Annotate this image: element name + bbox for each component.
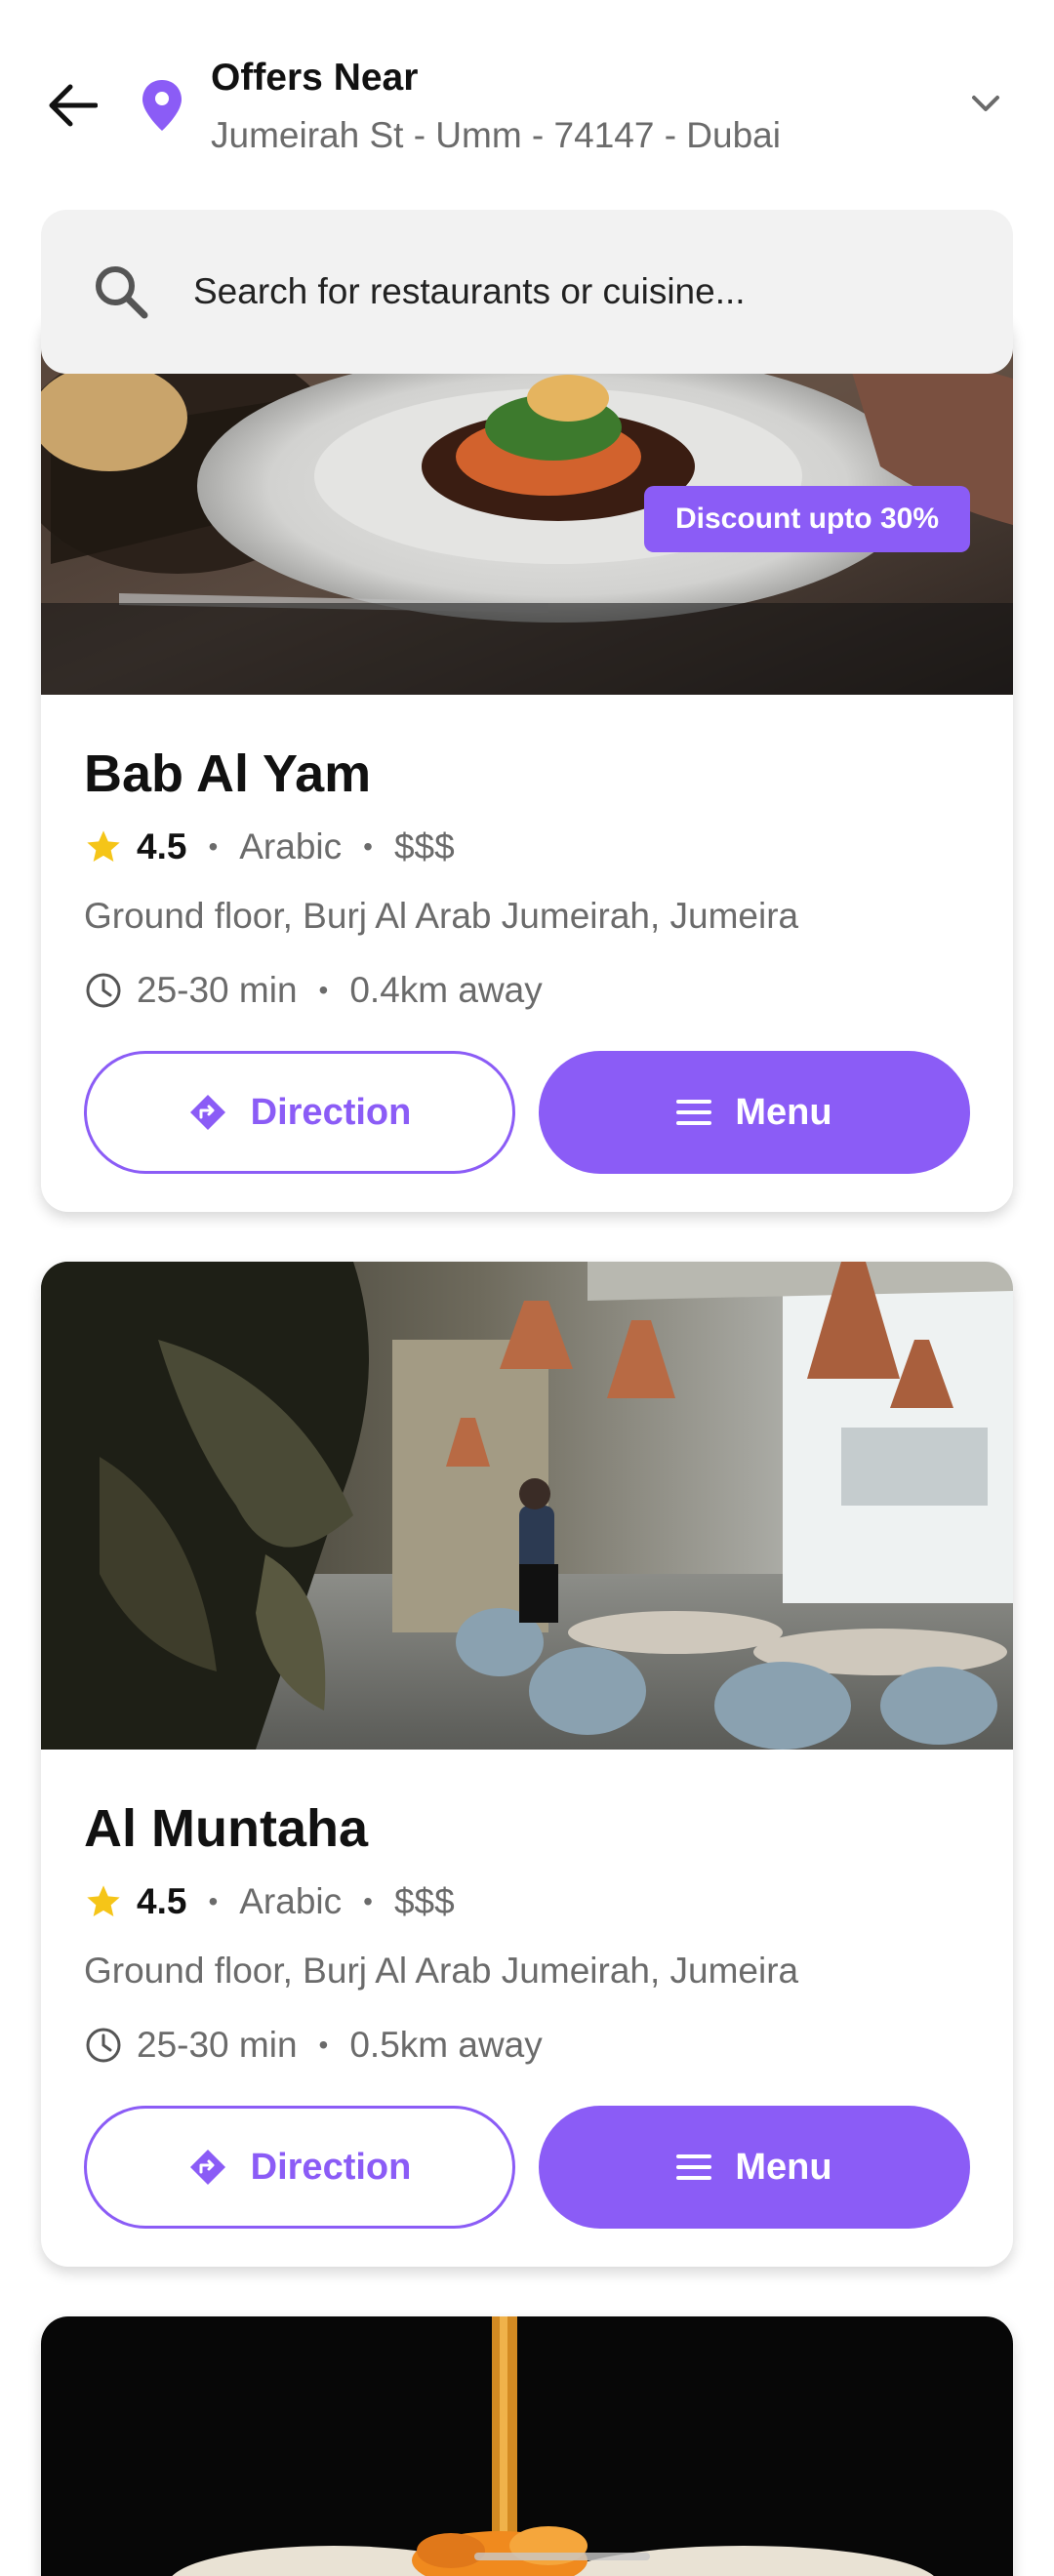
- cuisine: Arabic: [239, 1881, 343, 1921]
- menu-label: Menu: [735, 1091, 832, 1133]
- direction-label: Direction: [250, 1091, 412, 1133]
- direction-icon: [189, 1095, 225, 1130]
- arrow-left-icon: [49, 84, 98, 127]
- cuisine: Arabic: [239, 826, 343, 866]
- discount-badge: Discount upto 30%: [643, 486, 970, 552]
- clock-icon: [86, 973, 121, 1008]
- price-level: $$$: [393, 1881, 455, 1921]
- chevron-down-icon[interactable]: [966, 90, 1005, 119]
- rating-row: 4.5 • Arabic • $$$: [84, 1881, 455, 1922]
- direction-button[interactable]: Direction: [84, 1051, 515, 1174]
- delivery-time: 25-30 min: [137, 2025, 298, 2065]
- app-header: Offers Near Jumeirah St - Umm - 74147 - …: [0, 0, 1054, 195]
- menu-icon: [676, 1100, 712, 1125]
- star-icon: [87, 1885, 120, 1916]
- restaurant-card[interactable]: Al Muntaha 4.5 • Arabic • $$$ Ground flo…: [41, 1262, 1013, 2267]
- restaurant-name: Bab Al Yam: [84, 745, 372, 803]
- offers-screen: Offers Near Jumeirah St - Umm - 74147 - …: [0, 0, 1054, 2576]
- restaurant-image: [41, 2316, 1013, 2576]
- restaurant-card[interactable]: [41, 2316, 1013, 2576]
- location-title: Offers Near: [211, 57, 419, 99]
- restaurant-card[interactable]: Discount upto 30% Bab Al Yam 4.5 • Arabi…: [41, 310, 1013, 1212]
- menu-label: Menu: [735, 2146, 832, 2188]
- menu-button[interactable]: Menu: [539, 1051, 970, 1174]
- star-icon: [87, 830, 120, 862]
- rating-value: 4.5: [137, 826, 187, 866]
- map-pin-icon: [142, 80, 182, 131]
- back-button[interactable]: [43, 76, 101, 135]
- restaurant-address: Ground floor, Burj Al Arab Jumeirah, Jum…: [84, 1951, 799, 1991]
- search-icon: [96, 266, 148, 319]
- distance: 0.4km away: [349, 970, 543, 1010]
- restaurant-info: Bab Al Yam 4.5 • Arabic • $$$ Ground flo…: [41, 695, 1013, 1212]
- delivery-row: 25-30 min • 0.4km away: [84, 970, 543, 1011]
- clock-icon: [86, 2028, 121, 2063]
- search-input[interactable]: [193, 259, 954, 325]
- restaurant-name: Al Muntaha: [84, 1799, 368, 1858]
- search-bar[interactable]: [41, 210, 1013, 374]
- home-indicator[interactable]: [474, 2553, 650, 2560]
- restaurant-address: Ground floor, Burj Al Arab Jumeirah, Jum…: [84, 896, 799, 936]
- direction-button[interactable]: Direction: [84, 2106, 515, 2229]
- rating-row: 4.5 • Arabic • $$$: [84, 826, 455, 867]
- menu-button[interactable]: Menu: [539, 2106, 970, 2229]
- restaurant-info: Al Muntaha 4.5 • Arabic • $$$ Ground flo…: [41, 1750, 1013, 2267]
- direction-icon: [189, 2150, 225, 2185]
- distance: 0.5km away: [349, 2025, 543, 2065]
- restaurant-image: [41, 1262, 1013, 1750]
- direction-label: Direction: [250, 2146, 412, 2188]
- delivery-row: 25-30 min • 0.5km away: [84, 2025, 543, 2066]
- location-address[interactable]: Jumeirah St - Umm - 74147 - Dubai: [211, 115, 781, 156]
- rating-value: 4.5: [137, 1881, 187, 1921]
- price-level: $$$: [393, 826, 455, 866]
- menu-icon: [676, 2154, 712, 2180]
- delivery-time: 25-30 min: [137, 970, 298, 1010]
